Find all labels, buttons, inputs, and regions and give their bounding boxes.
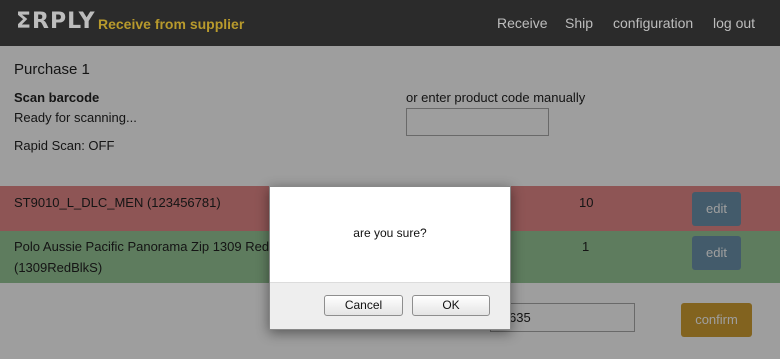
erply-logo[interactable]: ΣRPLY — [16, 9, 96, 34]
nav-receive[interactable]: Receive — [497, 15, 548, 31]
nav-ship[interactable]: Ship — [565, 15, 593, 31]
cancel-button[interactable]: Cancel — [324, 295, 403, 316]
nav-configuration[interactable]: configuration — [613, 15, 693, 31]
nav-logout[interactable]: log out — [713, 15, 755, 31]
dialog-message: are you sure? — [353, 226, 427, 240]
dialog-footer: Cancel OK — [270, 282, 510, 329]
top-navbar: ΣRPLY Receive from supplier Receive Ship… — [0, 0, 780, 46]
page-subtitle: Receive from supplier — [98, 16, 245, 32]
confirm-dialog: are you sure? Cancel OK — [269, 186, 511, 330]
ok-button[interactable]: OK — [412, 295, 490, 316]
